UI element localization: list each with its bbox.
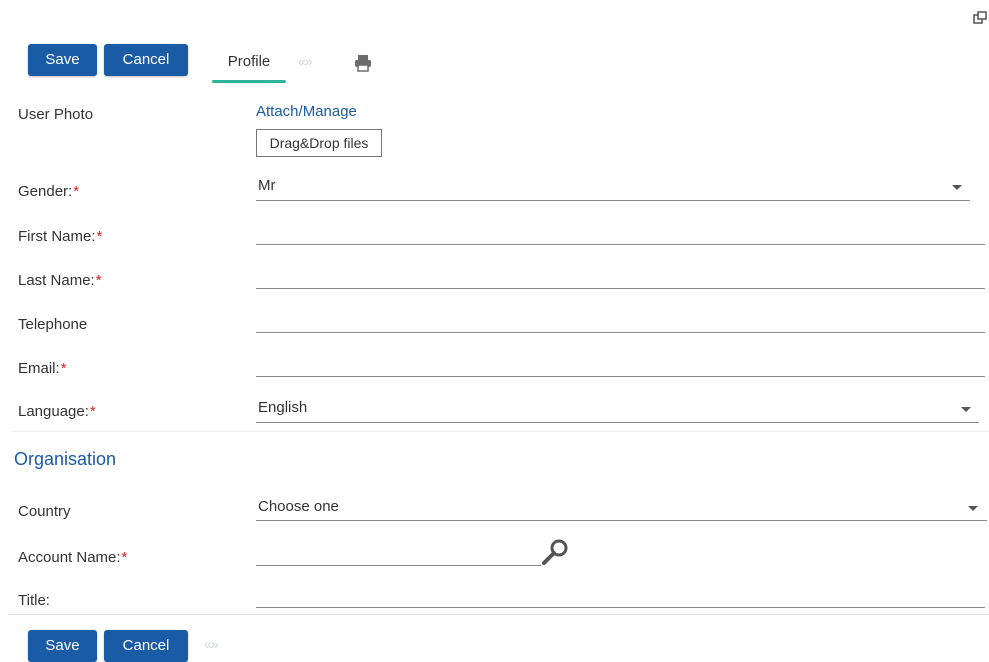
- email-label: Email:*: [18, 360, 67, 377]
- country-label: Country: [18, 503, 71, 520]
- print-icon[interactable]: [354, 54, 372, 72]
- save-button[interactable]: Save: [28, 44, 97, 76]
- chevron-down-icon[interactable]: [952, 185, 962, 190]
- language-select-value[interactable]: English: [258, 399, 307, 416]
- last-name-input[interactable]: [256, 288, 985, 289]
- last-name-label-text: Last Name:: [18, 272, 95, 289]
- chevron-down-icon[interactable]: [961, 407, 971, 412]
- popout-icon[interactable]: [973, 11, 987, 25]
- first-name-label: First Name:*: [18, 228, 102, 245]
- save-button-bottom[interactable]: Save: [28, 630, 97, 662]
- footer-divider: [8, 614, 989, 615]
- email-label-text: Email:: [18, 360, 60, 377]
- account-name-label: Account Name:*: [18, 549, 127, 566]
- required-marker: *: [121, 549, 128, 566]
- first-name-input[interactable]: [256, 244, 985, 245]
- gender-select-value[interactable]: Mr: [258, 177, 276, 194]
- account-name-input[interactable]: [256, 565, 541, 566]
- last-name-label: Last Name:*: [18, 272, 102, 289]
- language-select[interactable]: [256, 422, 979, 423]
- telephone-input[interactable]: [256, 332, 985, 333]
- search-icon[interactable]: [540, 538, 570, 566]
- telephone-label: Telephone: [18, 316, 88, 333]
- gender-select[interactable]: [256, 200, 970, 201]
- record-nav-chevrons[interactable]: «»: [298, 53, 313, 69]
- required-marker: *: [89, 403, 96, 420]
- gender-label: Gender:*: [18, 183, 79, 200]
- country-select[interactable]: [256, 520, 987, 521]
- tab-active-indicator: [212, 80, 286, 83]
- attach-manage-link[interactable]: Attach/Manage: [256, 103, 357, 120]
- email-input[interactable]: [256, 376, 985, 377]
- cancel-button[interactable]: Cancel: [104, 44, 188, 76]
- required-marker: *: [60, 360, 67, 377]
- required-marker: *: [95, 272, 102, 289]
- language-label: Language:*: [18, 403, 96, 420]
- record-nav-chevrons-bottom[interactable]: «»: [204, 636, 219, 652]
- language-label-text: Language:: [18, 403, 89, 420]
- organisation-section-title: Organisation: [14, 449, 117, 469]
- account-name-label-text: Account Name:: [18, 549, 121, 566]
- drag-drop-zone[interactable]: Drag&Drop files: [256, 129, 382, 157]
- cancel-button-bottom[interactable]: Cancel: [104, 630, 188, 662]
- gender-label-text: Gender:: [18, 183, 73, 200]
- title-label: Title:: [18, 592, 50, 609]
- tab-profile[interactable]: Profile: [212, 44, 286, 80]
- first-name-label-text: First Name:: [18, 228, 96, 245]
- required-marker: *: [73, 183, 80, 200]
- title-input[interactable]: [256, 607, 985, 608]
- chevron-down-icon[interactable]: [968, 506, 978, 511]
- user-photo-label: User Photo: [18, 106, 94, 123]
- required-marker: *: [96, 228, 103, 245]
- country-select-value[interactable]: Choose one: [258, 498, 339, 515]
- section-divider: [12, 431, 989, 432]
